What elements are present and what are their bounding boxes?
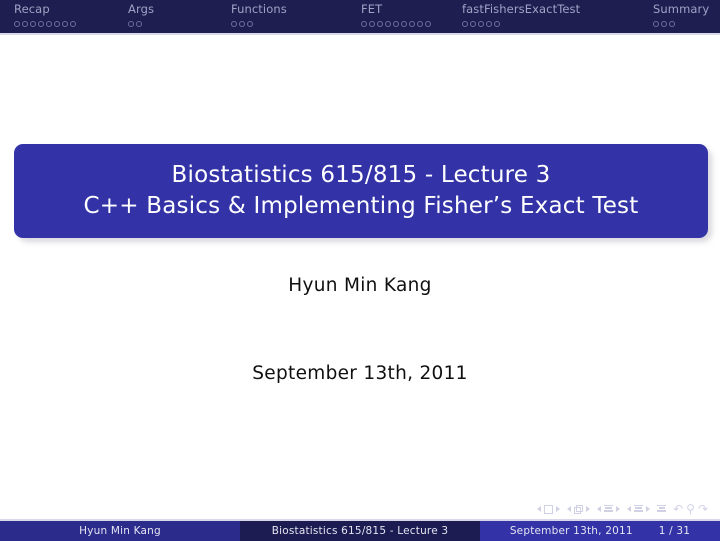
next-frame-icon[interactable] — [586, 506, 591, 512]
nav-slide-dot[interactable] — [231, 20, 237, 27]
nav-slide-dot[interactable] — [462, 20, 468, 27]
nav-section-label: fastFishersExactTest — [462, 2, 581, 16]
nav-slide-dot[interactable] — [369, 20, 375, 27]
nav-section-args[interactable]: Args — [128, 3, 154, 28]
section-navigation-group[interactable] — [627, 504, 651, 514]
nav-slide-dot[interactable] — [425, 20, 431, 27]
slide-navigation-group[interactable] — [537, 504, 561, 514]
presentation-date: September 13th, 2011 — [252, 363, 468, 384]
nav-slide-dot[interactable] — [661, 20, 667, 27]
document-navigation-group[interactable] — [657, 504, 667, 514]
nav-slide-dot[interactable] — [62, 20, 68, 27]
frame-icon[interactable] — [574, 504, 584, 514]
subsection-navigation-group[interactable] — [597, 504, 621, 514]
lecture-title: Biostatistics 615/815 - Lecture 3 — [171, 162, 551, 188]
nav-section-dots[interactable] — [231, 19, 287, 28]
title-box: Biostatistics 615/815 - Lecture 3 C++ Ba… — [14, 144, 708, 238]
nav-section-label: FET — [361, 2, 383, 16]
nav-section-label: Recap — [14, 2, 50, 16]
nav-slide-dot[interactable] — [669, 20, 675, 27]
nav-section-dots[interactable] — [14, 19, 78, 28]
footer-page-number: 1 / 31 — [658, 525, 691, 537]
nav-slide-dot[interactable] — [393, 20, 399, 27]
nav-slide-dot[interactable] — [478, 20, 484, 27]
nav-slide-dot[interactable] — [417, 20, 423, 27]
nav-slide-dot[interactable] — [653, 20, 659, 27]
nav-slide-dot[interactable] — [128, 20, 134, 27]
nav-section-dots[interactable] — [462, 19, 580, 28]
nav-slide-dot[interactable] — [486, 20, 492, 27]
nav-slide-dot[interactable] — [247, 20, 253, 27]
nav-slide-dot[interactable] — [401, 20, 407, 27]
footer-author: Hyun Min Kang — [0, 521, 240, 541]
nav-slide-dot[interactable] — [361, 20, 367, 27]
nav-section-label: Functions — [231, 2, 287, 16]
nav-slide-dot[interactable] — [46, 20, 52, 27]
nav-section-dots[interactable] — [361, 19, 433, 28]
forward-icon[interactable]: ↷ — [698, 503, 708, 515]
nav-slide-dot[interactable] — [22, 20, 28, 27]
search-icon[interactable]: ⚲ — [686, 503, 695, 515]
prev-section-icon[interactable] — [627, 506, 632, 512]
nav-section-functions[interactable]: Functions — [231, 3, 287, 28]
frame-navigation-group[interactable] — [567, 504, 591, 514]
header-separator-rule — [0, 33, 720, 35]
prev-slide-icon[interactable] — [537, 506, 542, 512]
nav-slide-dot[interactable] — [136, 20, 142, 27]
nav-slide-dot[interactable] — [30, 20, 36, 27]
next-slide-icon[interactable] — [556, 506, 561, 512]
beamer-navigation-symbols[interactable]: ↶ ⚲ ↷ — [537, 501, 708, 517]
nav-section-recap[interactable]: Recap — [14, 3, 78, 28]
nav-slide-dot[interactable] — [470, 20, 476, 27]
footer-bar: Hyun Min Kang Biostatistics 615/815 - Le… — [0, 521, 720, 541]
slide-icon[interactable] — [544, 504, 554, 514]
nav-slide-dot[interactable] — [409, 20, 415, 27]
document-icon[interactable] — [657, 504, 667, 514]
history-navigation-group[interactable]: ↶ ⚲ ↷ — [673, 503, 708, 515]
nav-slide-dot[interactable] — [494, 20, 500, 27]
nav-section-fastfishersexacttest[interactable]: fastFishersExactTest — [462, 3, 580, 28]
nav-slide-dot[interactable] — [54, 20, 60, 27]
nav-section-dots[interactable] — [653, 19, 709, 28]
back-icon[interactable]: ↶ — [673, 503, 683, 515]
prev-frame-icon[interactable] — [567, 506, 572, 512]
nav-section-label: Summary — [653, 2, 710, 16]
nav-section-fet[interactable]: FET — [361, 3, 433, 28]
nav-slide-dot[interactable] — [14, 20, 20, 27]
nav-slide-dot[interactable] — [385, 20, 391, 27]
nav-slide-dot[interactable] — [38, 20, 44, 27]
nav-section-label: Args — [128, 2, 155, 16]
subsection-icon[interactable] — [604, 504, 614, 514]
next-subsection-icon[interactable] — [616, 506, 621, 512]
next-section-icon[interactable] — [646, 506, 651, 512]
nav-section-summary[interactable]: Summary — [653, 3, 709, 28]
footer-title: Biostatistics 615/815 - Lecture 3 — [240, 521, 480, 541]
author-name: Hyun Min Kang — [288, 275, 432, 296]
footer-date-page: September 13th, 2011 1 / 31 — [480, 521, 720, 541]
nav-section-dots[interactable] — [128, 19, 154, 28]
lecture-subtitle: C++ Basics & Implementing Fisher’s Exact… — [83, 193, 639, 219]
nav-slide-dot[interactable] — [70, 20, 76, 27]
nav-slide-dot[interactable] — [377, 20, 383, 27]
section-icon[interactable] — [634, 504, 644, 514]
nav-slide-dot[interactable] — [239, 20, 245, 27]
navigation-header-bar — [0, 0, 720, 33]
prev-subsection-icon[interactable] — [597, 506, 602, 512]
footer-date: September 13th, 2011 — [509, 525, 633, 537]
